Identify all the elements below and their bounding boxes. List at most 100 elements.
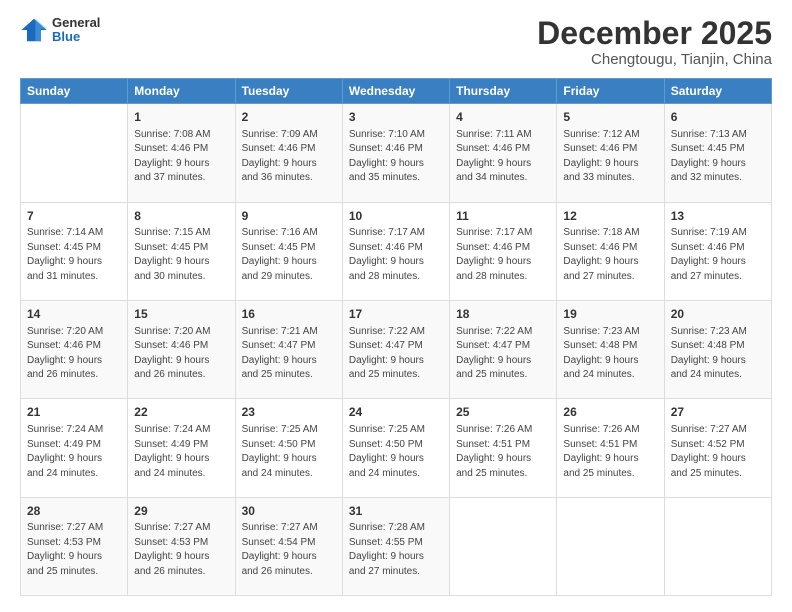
calendar-cell: 5 Sunrise: 7:12 AMSunset: 4:46 PMDaylight… bbox=[557, 104, 664, 202]
calendar-cell: 14 Sunrise: 7:20 AMSunset: 4:46 PMDayligh… bbox=[21, 300, 128, 398]
calendar-cell: 21 Sunrise: 7:24 AMSunset: 4:49 PMDayligh… bbox=[21, 399, 128, 497]
header-day-wednesday: Wednesday bbox=[342, 79, 449, 104]
header-row: SundayMondayTuesdayWednesdayThursdayFrid… bbox=[21, 79, 772, 104]
calendar-cell: 30Sunrise: 7:27 AMSunset: 4:54 PMDayligh… bbox=[235, 497, 342, 595]
logo-icon bbox=[20, 16, 48, 44]
cell-info: Sunrise: 7:24 AMSunset: 4:49 PMDaylight:… bbox=[134, 423, 228, 481]
cell-info: Sunrise: 7:22 AMSunset: 4:47 PMDaylight:… bbox=[456, 325, 550, 383]
calendar-cell bbox=[557, 497, 664, 595]
cell-day-number: 21 bbox=[27, 404, 121, 421]
cell-info: Sunrise: 7:08 AMSunset: 4:46 PMDaylight:… bbox=[134, 128, 228, 186]
header-day-tuesday: Tuesday bbox=[235, 79, 342, 104]
cell-info: Sunrise: 7:23 AMSunset: 4:48 PMDaylight:… bbox=[563, 325, 657, 383]
cell-info: Sunrise: 7:11 AMSunset: 4:46 PMDaylight:… bbox=[456, 128, 550, 186]
cell-day-number: 25 bbox=[456, 404, 550, 421]
calendar-body: 1 Sunrise: 7:08 AMSunset: 4:46 PMDaylight… bbox=[21, 104, 772, 596]
cell-info: Sunrise: 7:17 AMSunset: 4:46 PMDaylight:… bbox=[456, 226, 550, 284]
cell-info: Sunrise: 7:20 AMSunset: 4:46 PMDaylight:… bbox=[134, 325, 228, 383]
cell-day-number: 7 bbox=[27, 208, 121, 225]
calendar-cell: 2Sunrise: 7:09 AMSunset: 4:46 PMDaylight… bbox=[235, 104, 342, 202]
cell-info: Sunrise: 7:24 AMSunset: 4:49 PMDaylight:… bbox=[27, 423, 121, 481]
cell-info: Sunrise: 7:27 AMSunset: 4:54 PMDaylight:… bbox=[242, 521, 336, 579]
calendar-cell: 29Sunrise: 7:27 AMSunset: 4:53 PMDayligh… bbox=[128, 497, 235, 595]
cell-info: Sunrise: 7:15 AMSunset: 4:45 PMDaylight:… bbox=[134, 226, 228, 284]
header-day-thursday: Thursday bbox=[450, 79, 557, 104]
title-block: December 2025 Chengtougu, Tianjin, China bbox=[537, 16, 772, 68]
cell-info: Sunrise: 7:19 AMSunset: 4:46 PMDaylight:… bbox=[671, 226, 765, 284]
cell-day-number: 24 bbox=[349, 404, 443, 421]
week-row-2: 14 Sunrise: 7:20 AMSunset: 4:46 PMDayligh… bbox=[21, 300, 772, 398]
calendar-cell: 19 Sunrise: 7:23 AMSunset: 4:48 PMDayligh… bbox=[557, 300, 664, 398]
cell-info: Sunrise: 7:18 AMSunset: 4:46 PMDaylight:… bbox=[563, 226, 657, 284]
calendar-header: SundayMondayTuesdayWednesdayThursdayFrid… bbox=[21, 79, 772, 104]
cell-info: Sunrise: 7:10 AMSunset: 4:46 PMDaylight:… bbox=[349, 128, 443, 186]
cell-day-number: 1 bbox=[134, 109, 228, 126]
calendar-cell: 8Sunrise: 7:15 AMSunset: 4:45 PMDaylight… bbox=[128, 202, 235, 300]
calendar-cell: 23Sunrise: 7:25 AMSunset: 4:50 PMDayligh… bbox=[235, 399, 342, 497]
cell-info: Sunrise: 7:13 AMSunset: 4:45 PMDaylight:… bbox=[671, 128, 765, 186]
cell-day-number: 29 bbox=[134, 503, 228, 520]
cell-day-number: 2 bbox=[242, 109, 336, 126]
cell-day-number: 16 bbox=[242, 306, 336, 323]
cell-day-number: 17 bbox=[349, 306, 443, 323]
cell-day-number: 4 bbox=[456, 109, 550, 126]
cell-day-number: 5 bbox=[563, 109, 657, 126]
cell-info: Sunrise: 7:20 AMSunset: 4:46 PMDaylight:… bbox=[27, 325, 121, 383]
calendar-cell: 10Sunrise: 7:17 AMSunset: 4:46 PMDayligh… bbox=[342, 202, 449, 300]
week-row-1: 7Sunrise: 7:14 AMSunset: 4:45 PMDaylight… bbox=[21, 202, 772, 300]
cell-day-number: 27 bbox=[671, 404, 765, 421]
calendar-cell: 24 Sunrise: 7:25 AMSunset: 4:50 PMDayligh… bbox=[342, 399, 449, 497]
calendar-cell bbox=[450, 497, 557, 595]
calendar-cell: 1 Sunrise: 7:08 AMSunset: 4:46 PMDaylight… bbox=[128, 104, 235, 202]
header-day-monday: Monday bbox=[128, 79, 235, 104]
cell-day-number: 8 bbox=[134, 208, 228, 225]
cell-day-number: 6 bbox=[671, 109, 765, 126]
cell-info: Sunrise: 7:16 AMSunset: 4:45 PMDaylight:… bbox=[242, 226, 336, 284]
calendar-cell: 22 Sunrise: 7:24 AMSunset: 4:49 PMDayligh… bbox=[128, 399, 235, 497]
cell-day-number: 19 bbox=[563, 306, 657, 323]
header-day-sunday: Sunday bbox=[21, 79, 128, 104]
cell-day-number: 26 bbox=[563, 404, 657, 421]
calendar-cell: 18Sunrise: 7:22 AMSunset: 4:47 PMDayligh… bbox=[450, 300, 557, 398]
calendar-cell: 26 Sunrise: 7:26 AMSunset: 4:51 PMDayligh… bbox=[557, 399, 664, 497]
week-row-3: 21 Sunrise: 7:24 AMSunset: 4:49 PMDayligh… bbox=[21, 399, 772, 497]
calendar-cell: 3Sunrise: 7:10 AMSunset: 4:46 PMDaylight… bbox=[342, 104, 449, 202]
calendar-cell: 17Sunrise: 7:22 AMSunset: 4:47 PMDayligh… bbox=[342, 300, 449, 398]
calendar-cell: 4 Sunrise: 7:11 AMSunset: 4:46 PMDaylight… bbox=[450, 104, 557, 202]
cell-info: Sunrise: 7:26 AMSunset: 4:51 PMDaylight:… bbox=[563, 423, 657, 481]
cell-info: Sunrise: 7:25 AMSunset: 4:50 PMDaylight:… bbox=[349, 423, 443, 481]
week-row-4: 28Sunrise: 7:27 AMSunset: 4:53 PMDayligh… bbox=[21, 497, 772, 595]
cell-day-number: 20 bbox=[671, 306, 765, 323]
calendar-cell bbox=[664, 497, 771, 595]
calendar-cell: 9Sunrise: 7:16 AMSunset: 4:45 PMDaylight… bbox=[235, 202, 342, 300]
calendar-table: SundayMondayTuesdayWednesdayThursdayFrid… bbox=[20, 78, 772, 596]
cell-day-number: 14 bbox=[27, 306, 121, 323]
cell-info: Sunrise: 7:27 AMSunset: 4:53 PMDaylight:… bbox=[134, 521, 228, 579]
cell-info: Sunrise: 7:12 AMSunset: 4:46 PMDaylight:… bbox=[563, 128, 657, 186]
calendar-cell: 11Sunrise: 7:17 AMSunset: 4:46 PMDayligh… bbox=[450, 202, 557, 300]
cell-day-number: 15 bbox=[134, 306, 228, 323]
cell-info: Sunrise: 7:14 AMSunset: 4:45 PMDaylight:… bbox=[27, 226, 121, 284]
cell-info: Sunrise: 7:27 AMSunset: 4:52 PMDaylight:… bbox=[671, 423, 765, 481]
logo-text: General Blue bbox=[52, 16, 100, 45]
header: General Blue December 2025 Chengtougu, T… bbox=[20, 16, 772, 68]
calendar-cell: 7Sunrise: 7:14 AMSunset: 4:45 PMDaylight… bbox=[21, 202, 128, 300]
calendar-cell: 13Sunrise: 7:19 AMSunset: 4:46 PMDayligh… bbox=[664, 202, 771, 300]
cell-day-number: 11 bbox=[456, 208, 550, 225]
cell-info: Sunrise: 7:21 AMSunset: 4:47 PMDaylight:… bbox=[242, 325, 336, 383]
calendar-cell: 31Sunrise: 7:28 AMSunset: 4:55 PMDayligh… bbox=[342, 497, 449, 595]
logo-general: General bbox=[52, 16, 100, 30]
cell-info: Sunrise: 7:25 AMSunset: 4:50 PMDaylight:… bbox=[242, 423, 336, 481]
calendar-cell: 16 Sunrise: 7:21 AMSunset: 4:47 PMDayligh… bbox=[235, 300, 342, 398]
cell-info: Sunrise: 7:17 AMSunset: 4:46 PMDaylight:… bbox=[349, 226, 443, 284]
cell-day-number: 12 bbox=[563, 208, 657, 225]
header-day-saturday: Saturday bbox=[664, 79, 771, 104]
calendar-cell bbox=[21, 104, 128, 202]
page: General Blue December 2025 Chengtougu, T… bbox=[0, 0, 792, 612]
cell-day-number: 22 bbox=[134, 404, 228, 421]
cell-day-number: 10 bbox=[349, 208, 443, 225]
location: Chengtougu, Tianjin, China bbox=[537, 51, 772, 68]
calendar-cell: 15 Sunrise: 7:20 AMSunset: 4:46 PMDayligh… bbox=[128, 300, 235, 398]
cell-info: Sunrise: 7:28 AMSunset: 4:55 PMDaylight:… bbox=[349, 521, 443, 579]
week-row-0: 1 Sunrise: 7:08 AMSunset: 4:46 PMDaylight… bbox=[21, 104, 772, 202]
